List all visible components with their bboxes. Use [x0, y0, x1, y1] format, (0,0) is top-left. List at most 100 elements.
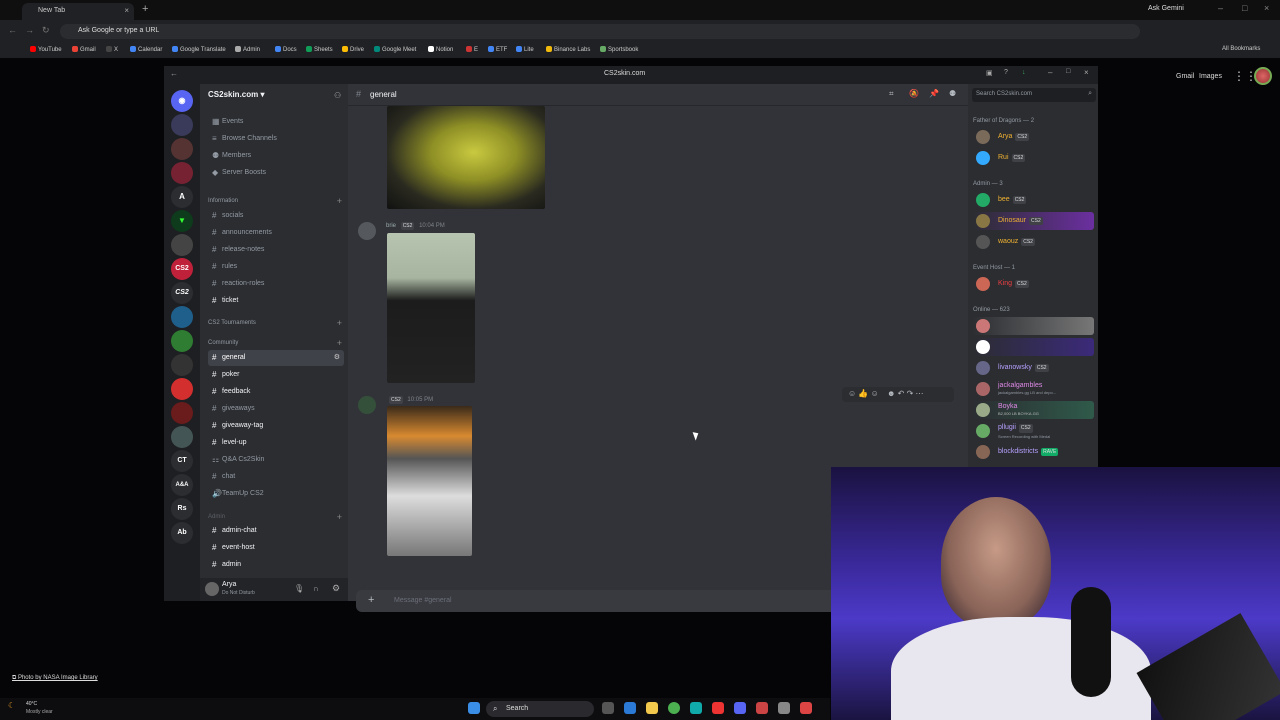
server-icon[interactable] [171, 114, 193, 136]
back-icon[interactable]: ← [8, 25, 17, 35]
app-icon[interactable] [756, 702, 768, 714]
member-item[interactable]: Boyka B2,000 LB BOYKA.GG [972, 401, 1094, 419]
thumbs-up-icon[interactable]: 👍 [858, 389, 868, 398]
download-icon[interactable]: ↓ [1022, 69, 1026, 76]
message-image-person[interactable] [387, 233, 475, 383]
add-reaction-icon[interactable]: ☻ [887, 389, 895, 398]
member-item[interactable]: Dinosaur CS2 [972, 212, 1094, 230]
avatar[interactable] [358, 396, 376, 414]
add-channel-icon[interactable]: + [337, 338, 342, 348]
member-item[interactable]: Arya CS2 [972, 128, 1094, 146]
member-item[interactable]: blockdistricts RAVE [972, 443, 1094, 461]
channel-ticket[interactable]: # ticket [208, 293, 344, 309]
server-icon[interactable] [171, 402, 193, 424]
members-item[interactable]: ⚉ Members [208, 148, 344, 164]
microphone-icon[interactable]: 🎙 [294, 584, 304, 593]
server-icon-cs2skin[interactable]: CS2 [171, 282, 193, 304]
bookmark-sportsbook[interactable]: Sportsbook [600, 46, 638, 53]
bookmark-x[interactable]: X [106, 46, 118, 53]
minimize-icon[interactable]: – [1218, 3, 1223, 13]
channel-socials[interactable]: # socials [208, 208, 344, 224]
app-icon[interactable] [800, 702, 812, 714]
channel-giveaways[interactable]: # giveaways [208, 401, 344, 417]
ask-gemini-button[interactable]: Ask Gemini [1148, 5, 1184, 12]
events-item[interactable]: ▦ Events [208, 114, 344, 130]
bookmark-drive[interactable]: Drive [342, 46, 364, 53]
server-icon[interactable] [171, 426, 193, 448]
server-icon-ct[interactable]: CT [171, 450, 193, 472]
forward-icon[interactable]: → [25, 25, 34, 35]
server-name-header[interactable]: CS2skin.com ▾ [200, 84, 348, 106]
server-icon[interactable] [171, 306, 193, 328]
server-icon-a[interactable]: A [171, 186, 193, 208]
server-icon[interactable]: ▼ [171, 210, 193, 232]
close-window-icon[interactable]: × [1264, 3, 1269, 13]
threads-icon[interactable]: ⌗ [889, 89, 894, 99]
edge-icon[interactable] [624, 702, 636, 714]
taskbar-search[interactable]: ⌕ Search [486, 701, 594, 717]
maximize-icon[interactable]: □ [1242, 3, 1247, 13]
headphones-icon[interactable]: ∩ [313, 584, 319, 593]
channel-rules[interactable]: # rules [208, 259, 344, 275]
forward-icon[interactable]: ↷ [907, 389, 914, 398]
help-icon[interactable]: ? [1004, 69, 1008, 76]
message-image-shrek[interactable] [387, 106, 545, 209]
bookmark-binance-labs[interactable]: Binance Labs [546, 46, 590, 53]
member-item[interactable]: pllugii CS2 Screen Recording with Medal [972, 422, 1094, 440]
attach-plus-icon[interactable]: + [368, 594, 374, 606]
bookmark-sheets[interactable]: Sheets [306, 46, 333, 53]
channel-reaction-roles[interactable]: # reaction-roles [208, 276, 344, 292]
url-input[interactable]: Ask Google or type a URL [60, 24, 1140, 39]
member-item[interactable] [972, 317, 1094, 335]
bookmark-lite[interactable]: Lite [516, 46, 534, 53]
file-explorer-icon[interactable] [646, 702, 658, 714]
reload-icon[interactable]: ↻ [42, 25, 50, 36]
images-link[interactable]: Images [1199, 73, 1222, 80]
channel-teamup[interactable]: 🔊 TeamUp CS2 [208, 486, 344, 502]
server-boosts-item[interactable]: ◆ Server Boosts [208, 165, 344, 181]
server-icon-aa[interactable]: A&A [171, 474, 193, 496]
add-channel-icon[interactable]: + [337, 512, 342, 522]
server-icon-rs[interactable]: Rs [171, 498, 193, 520]
bookmark-calendar[interactable]: Calendar [130, 46, 162, 53]
channel-chat[interactable]: # chat [208, 469, 344, 485]
browser-tab[interactable]: New Tab × [22, 3, 134, 20]
user-settings-icon[interactable]: ⚙ [332, 583, 340, 594]
avatar[interactable] [205, 582, 219, 596]
app-icon[interactable] [712, 702, 724, 714]
close-tab-icon[interactable]: × [124, 6, 129, 15]
bookmark-e[interactable]: E [466, 46, 478, 53]
bookmark-translate[interactable]: Google Translate [172, 46, 226, 53]
gmail-link[interactable]: Gmail [1176, 73, 1194, 80]
invite-settings-icon[interactable]: ⚙ [334, 353, 340, 361]
account-avatar[interactable] [1254, 67, 1272, 85]
channel-event-host[interactable]: # event-host [208, 540, 344, 556]
maximize-discord-icon[interactable]: □ [1066, 68, 1070, 75]
discord-icon[interactable] [734, 702, 746, 714]
reply-icon[interactable]: ↶ [898, 389, 905, 398]
bookmark-gmail[interactable]: Gmail [72, 46, 96, 53]
weather-icon[interactable]: ☾ [8, 701, 15, 710]
all-bookmarks-button[interactable]: All Bookmarks [1222, 46, 1260, 52]
channel-giveaway-tag[interactable]: # giveaway-tag [208, 418, 344, 434]
close-discord-icon[interactable]: × [1084, 68, 1089, 77]
more-icon[interactable]: ⋯ [916, 389, 924, 398]
member-item[interactable]: bee CS2 [972, 191, 1094, 209]
channel-qa[interactable]: ⚏ Q&A Cs2Skin [208, 452, 344, 468]
channel-general[interactable]: # general ⚙ [208, 350, 344, 366]
member-list-icon[interactable]: ⚉ [949, 89, 956, 98]
member-item[interactable]: jackalgambles jackalgambles.gg LB and dep… [972, 380, 1094, 398]
bookmark-admin[interactable]: Admin [235, 46, 260, 53]
bookmark-docs[interactable]: Docs [275, 46, 297, 53]
bookmark-notion[interactable]: Notion [428, 46, 453, 53]
member-item[interactable]: Rui CS2 [972, 149, 1094, 167]
settings-icon[interactable] [778, 702, 790, 714]
member-item[interactable]: waouz CS2 [972, 233, 1094, 251]
back-arrow-icon[interactable]: ← [170, 69, 178, 78]
app-icon[interactable] [690, 702, 702, 714]
add-channel-icon[interactable]: + [337, 318, 342, 328]
mute-bell-icon[interactable]: 🔕 [909, 89, 919, 98]
category-admin[interactable]: Admin [208, 514, 225, 520]
dm-home-icon[interactable]: ◉ [171, 90, 193, 112]
message-image-cat[interactable] [387, 406, 472, 556]
